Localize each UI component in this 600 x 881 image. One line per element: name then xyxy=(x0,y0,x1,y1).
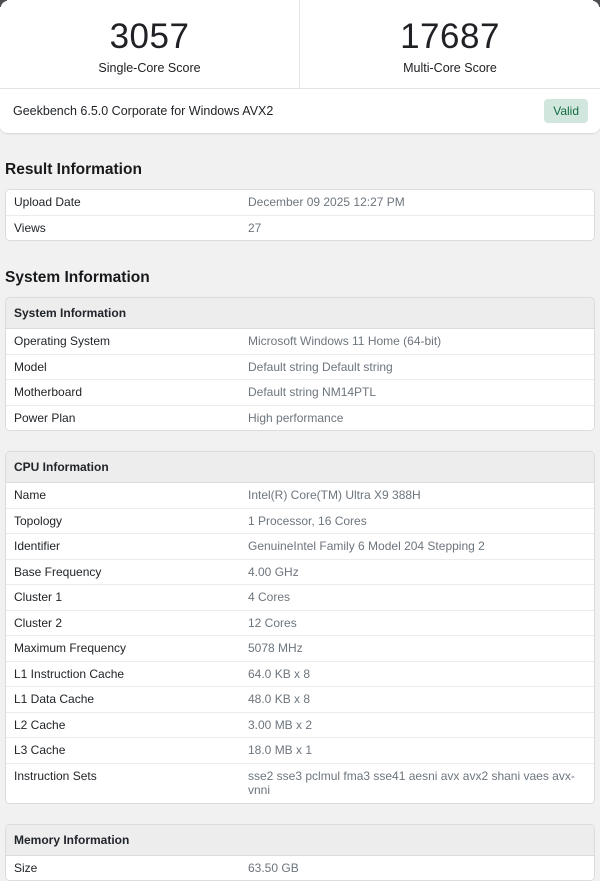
table-row: Size63.50 GB xyxy=(6,856,594,881)
table-row: Maximum Frequency5078 MHz xyxy=(6,635,594,661)
table-row: ModelDefault string Default string xyxy=(6,354,594,380)
table-row: MotherboardDefault string NM14PTL xyxy=(6,379,594,405)
row-label: L2 Cache xyxy=(6,713,248,738)
system-information-cards: System InformationOperating SystemMicros… xyxy=(0,297,600,881)
table-row: Operating SystemMicrosoft Windows 11 Hom… xyxy=(6,329,594,354)
row-value: Intel(R) Core(TM) Ultra X9 388H xyxy=(248,483,594,508)
row-value: December 09 2025 12:27 PM xyxy=(248,190,594,215)
row-label: Cluster 1 xyxy=(6,585,248,610)
single-core-score-card: 3057 Single-Core Score xyxy=(0,0,300,88)
version-row: Geekbench 6.5.0 Corporate for Windows AV… xyxy=(0,89,600,133)
table-row: L1 Data Cache48.0 KB x 8 xyxy=(6,686,594,712)
table-row: IdentifierGenuineIntel Family 6 Model 20… xyxy=(6,533,594,559)
row-label: Size xyxy=(6,856,248,881)
table-row: L3 Cache18.0 MB x 1 xyxy=(6,737,594,763)
row-value: 48.0 KB x 8 xyxy=(248,687,594,712)
window-corner-artifact-left xyxy=(0,0,7,7)
row-value: 64.0 KB x 8 xyxy=(248,662,594,687)
row-label: Name xyxy=(6,483,248,508)
score-columns: 3057 Single-Core Score 17687 Multi-Core … xyxy=(0,0,600,89)
table-row: Topology1 Processor, 16 Cores xyxy=(6,508,594,534)
row-value: 1 Processor, 16 Cores xyxy=(248,509,594,534)
row-label: Operating System xyxy=(6,329,248,354)
window-corner-artifact-right xyxy=(593,0,600,7)
row-value: 4 Cores xyxy=(248,585,594,610)
row-label: Views xyxy=(6,216,248,241)
table-row: Power PlanHigh performance xyxy=(6,405,594,431)
card-title: Memory Information xyxy=(6,825,594,856)
table-row: L1 Instruction Cache64.0 KB x 8 xyxy=(6,661,594,687)
multi-core-score-card: 17687 Multi-Core Score xyxy=(300,0,600,88)
benchmark-version-text: Geekbench 6.5.0 Corporate for Windows AV… xyxy=(13,104,544,118)
row-label: Maximum Frequency xyxy=(6,636,248,661)
row-value: 63.50 GB xyxy=(248,856,594,881)
row-label: L1 Data Cache xyxy=(6,687,248,712)
row-label: Upload Date xyxy=(6,190,248,215)
system-information-heading: System Information xyxy=(5,269,594,287)
row-label: Model xyxy=(6,355,248,380)
row-value: 3.00 MB x 2 xyxy=(248,713,594,738)
table-row: L2 Cache3.00 MB x 2 xyxy=(6,712,594,738)
multi-core-score-value: 17687 xyxy=(400,17,500,57)
result-information-card: Upload DateDecember 09 2025 12:27 PMView… xyxy=(5,189,595,241)
card-title: System Information xyxy=(6,298,594,329)
row-label: Base Frequency xyxy=(6,560,248,585)
score-banner: 3057 Single-Core Score 17687 Multi-Core … xyxy=(0,0,600,134)
row-value: 5078 MHz xyxy=(248,636,594,661)
row-value: 27 xyxy=(248,216,594,241)
table-row: NameIntel(R) Core(TM) Ultra X9 388H xyxy=(6,483,594,508)
geekbench-result-page: 3057 Single-Core Score 17687 Multi-Core … xyxy=(0,0,600,839)
row-label: Power Plan xyxy=(6,406,248,431)
single-core-score-label: Single-Core Score xyxy=(98,61,200,75)
row-label: Identifier xyxy=(6,534,248,559)
row-label: Motherboard xyxy=(6,380,248,405)
table-row: Views27 xyxy=(6,215,594,241)
row-value: 12 Cores xyxy=(248,611,594,636)
table-row: Cluster 212 Cores xyxy=(6,610,594,636)
row-label: L3 Cache xyxy=(6,738,248,763)
row-value: Microsoft Windows 11 Home (64-bit) xyxy=(248,329,594,354)
table-row: Instruction Setssse2 sse3 pclmul fma3 ss… xyxy=(6,763,594,803)
row-value: High performance xyxy=(248,406,594,431)
row-label: L1 Instruction Cache xyxy=(6,662,248,687)
row-value: Default string Default string xyxy=(248,355,594,380)
multi-core-score-label: Multi-Core Score xyxy=(403,61,497,75)
row-label: Instruction Sets xyxy=(6,764,248,803)
row-label: Topology xyxy=(6,509,248,534)
table-row: Base Frequency4.00 GHz xyxy=(6,559,594,585)
info-card: System InformationOperating SystemMicros… xyxy=(5,297,595,431)
row-value: 4.00 GHz xyxy=(248,560,594,585)
single-core-score-value: 3057 xyxy=(110,17,190,57)
row-value: 18.0 MB x 1 xyxy=(248,738,594,763)
row-label: Cluster 2 xyxy=(6,611,248,636)
result-information-heading: Result Information xyxy=(5,161,594,179)
row-value: GenuineIntel Family 6 Model 204 Stepping… xyxy=(248,534,594,559)
info-card: CPU InformationNameIntel(R) Core(TM) Ult… xyxy=(5,451,595,804)
card-title: CPU Information xyxy=(6,452,594,483)
valid-status-badge: Valid xyxy=(544,99,588,123)
info-card: Memory InformationSize63.50 GB xyxy=(5,824,595,881)
table-row: Upload DateDecember 09 2025 12:27 PM xyxy=(6,190,594,215)
row-value: sse2 sse3 pclmul fma3 sse41 aesni avx av… xyxy=(248,764,594,803)
table-row: Cluster 14 Cores xyxy=(6,584,594,610)
row-value: Default string NM14PTL xyxy=(248,380,594,405)
